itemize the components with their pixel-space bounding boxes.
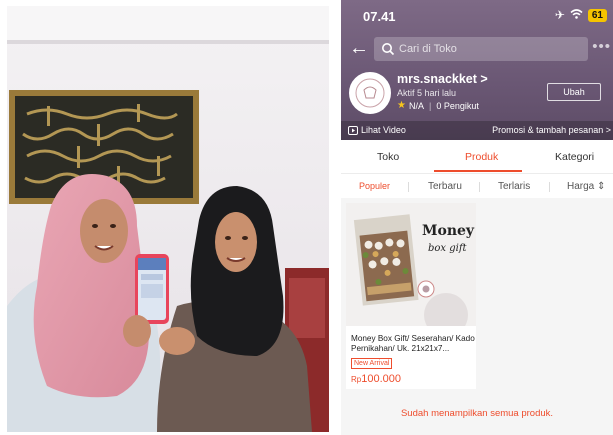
back-arrow-icon[interactable]: ← <box>349 38 369 58</box>
star-icon: ★ <box>397 100 406 111</box>
chevron-right-icon: > <box>480 72 488 86</box>
product-image-subtitle: box gift <box>428 243 468 254</box>
sort-bar: Populer Terbaru Terlaris Harga ⇕ <box>341 174 613 198</box>
divider <box>549 182 550 192</box>
product-grid: Money box gift Money Box Gift/ Seserahan… <box>341 198 613 435</box>
sort-terbaru[interactable]: Terbaru <box>428 181 462 192</box>
shop-header: 07.41 ✈ 61 ← Cari di Toko ••• mrs.snackk… <box>341 0 613 140</box>
product-image: Money box gift <box>346 203 476 326</box>
sort-populer[interactable]: Populer <box>359 181 390 191</box>
status-bar: 07.41 ✈ 61 <box>341 0 613 30</box>
promo-link[interactable]: Promosi & tambah pesanan > <box>492 125 611 135</box>
product-price: Rp100.000 <box>351 373 401 385</box>
product-card[interactable]: Money box gift Money Box Gift/ Seserahan… <box>346 203 476 389</box>
status-icons: ✈ 61 <box>555 8 607 22</box>
new-arrival-badge: New Arrival <box>351 358 393 369</box>
sort-arrows-icon: ⇕ <box>597 181 606 192</box>
phone-screenshot: 07.41 ✈ 61 ← Cari di Toko ••• mrs.snackk… <box>341 0 613 435</box>
shop-avatar[interactable] <box>349 72 391 114</box>
tab-toko[interactable]: Toko <box>377 151 399 163</box>
all-products-shown-note: Sudah menampilkan semua produk. <box>400 408 554 419</box>
promo-photo <box>7 6 329 432</box>
active-tab-indicator <box>434 170 522 172</box>
search-icon <box>382 43 395 56</box>
tab-produk[interactable]: Produk <box>465 151 498 163</box>
shop-active-status: Aktif 5 hari lalu <box>397 88 457 98</box>
battery-indicator: 61 <box>587 8 607 22</box>
divider <box>408 182 409 192</box>
product-title: Money Box Gift/ Seserahan/ Kado Pernikah… <box>351 334 475 353</box>
shop-search-input[interactable]: Cari di Toko <box>374 37 588 61</box>
sort-harga[interactable]: Harga ⇕ <box>567 181 605 192</box>
rating-value: N/A <box>408 100 424 111</box>
search-placeholder: Cari di Toko <box>399 43 457 55</box>
video-icon <box>348 125 358 135</box>
product-image-title: Money <box>422 223 475 239</box>
video-promo-bar: Lihat Video Promosi & tambah pesanan > <box>341 121 613 140</box>
airplane-icon: ✈ <box>554 8 565 22</box>
status-time: 07.41 <box>363 9 396 24</box>
divider: | <box>428 100 432 111</box>
tab-kategori[interactable]: Kategori <box>555 151 594 163</box>
chevron-right-icon: > <box>605 125 611 135</box>
divider <box>479 182 480 192</box>
shop-rating-row: ★ N/A | 0 Pengikut <box>397 100 479 111</box>
wifi-icon <box>570 8 583 22</box>
sort-terlaris[interactable]: Terlaris <box>498 181 530 192</box>
shop-tabs: Toko Produk Kategori <box>341 140 613 174</box>
followers-count: 0 Pengikut <box>436 100 479 111</box>
edit-shop-button[interactable]: Ubah <box>547 83 601 101</box>
watch-video-link[interactable]: Lihat Video <box>348 125 406 135</box>
shop-name[interactable]: mrs.snackket > <box>397 72 488 86</box>
two-women-showing-phone-photo <box>7 6 329 432</box>
more-options-icon[interactable]: ••• <box>592 38 611 55</box>
